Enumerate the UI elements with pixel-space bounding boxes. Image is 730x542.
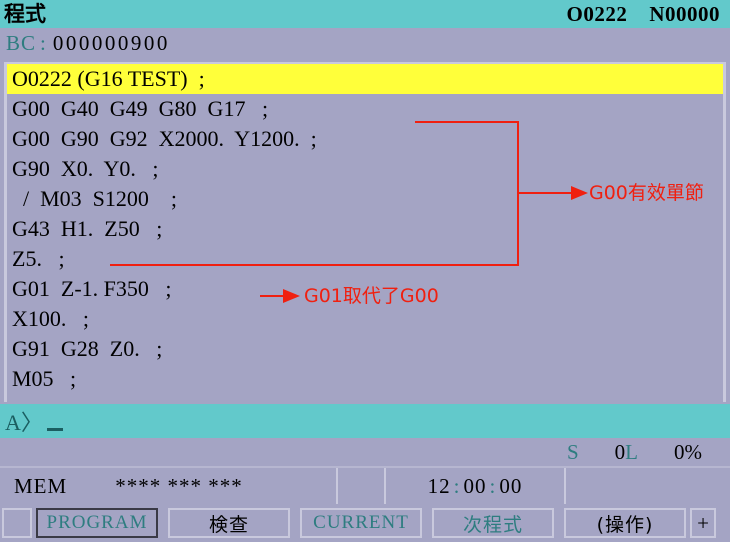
program-line[interactable]: X100. ; [7, 304, 723, 334]
clock-colon-2: : [489, 473, 497, 498]
bc-colon: : [40, 30, 47, 55]
operating-mode: MEM [14, 473, 68, 498]
bc-value: 000000900 [52, 30, 170, 55]
program-line[interactable]: G00 G90 G92 X2000. Y1200. ; [7, 124, 723, 154]
title-bar: 程式 O0222 N00000 [0, 0, 730, 28]
input-prompt: A〉 [5, 410, 43, 435]
spindle-speed-value: 0 [614, 439, 626, 464]
annotation-g01-label: G01取代了G00 [304, 285, 439, 307]
soft-key-1[interactable]: PROGRAM [36, 508, 158, 538]
clock-cell: 12 : 00 : 00 [386, 468, 566, 504]
bc-line: BC : 000000900 [0, 28, 730, 58]
soft-key-items: PROGRAM 検查 CURRENT 次程式 (操作) [36, 508, 686, 538]
clock-hours: 12 [427, 473, 451, 498]
spindle-speed-label: S [566, 439, 579, 464]
clock-colon-1: : [453, 473, 461, 498]
spindle-status-row: S 0L 0% [0, 438, 730, 466]
program-line[interactable]: Z5. ; [7, 244, 723, 274]
annotation-g00-label: G00有效單節 [589, 182, 704, 204]
input-caret [46, 414, 63, 431]
soft-key-5[interactable]: (操作) [564, 508, 686, 538]
soft-key-lead[interactable] [2, 508, 32, 538]
bc-label: BC [6, 30, 37, 55]
soft-key-3[interactable]: CURRENT [300, 508, 422, 538]
override-value: 0% [674, 439, 702, 464]
soft-key-4[interactable]: 次程式 [432, 508, 554, 538]
soft-key-2[interactable]: 検查 [168, 508, 290, 538]
mdi-input-line[interactable]: A〉 [0, 404, 730, 438]
status-trailing-cell [566, 468, 730, 504]
mode-cell: MEM **** *** *** [0, 468, 338, 504]
cnc-program-screen: 程式 O0222 N00000 BC : 000000900 O0222 (G1… [0, 0, 730, 542]
clock-minutes: 00 [463, 473, 487, 498]
program-line[interactable]: G43 H1. Z50 ; [7, 214, 723, 244]
soft-key-bar: PROGRAM 検查 CURRENT 次程式 (操作) + [0, 504, 730, 542]
sequence-number: N00000 [649, 1, 720, 26]
status-blank-cell [338, 468, 386, 504]
spindle-load-group: 0L [615, 440, 638, 465]
program-listing[interactable]: O0222 (G16 TEST) ; G00 G40 G49 G80 G17 ; G… [4, 62, 726, 402]
program-number: O0222 [566, 1, 628, 26]
program-line[interactable]: G00 G40 G49 G80 G17 ; [7, 94, 723, 124]
soft-key-next-page[interactable]: + [690, 508, 716, 538]
clock-seconds: 00 [499, 473, 523, 498]
program-identifiers: O0222 N00000 [566, 2, 720, 27]
alarm-flags: **** *** *** [115, 473, 243, 498]
load-label: L [625, 439, 638, 464]
machine-status-row: MEM **** *** *** 12 : 00 : 00 [0, 466, 730, 504]
program-line[interactable]: G91 G28 Z0. ; [7, 334, 723, 364]
program-line[interactable]: G90 X0. Y0. ; [7, 154, 723, 184]
program-line[interactable]: M05 ; [7, 364, 723, 394]
page-title: 程式 [4, 1, 46, 26]
program-line-selected[interactable]: O0222 (G16 TEST) ; [7, 64, 723, 94]
